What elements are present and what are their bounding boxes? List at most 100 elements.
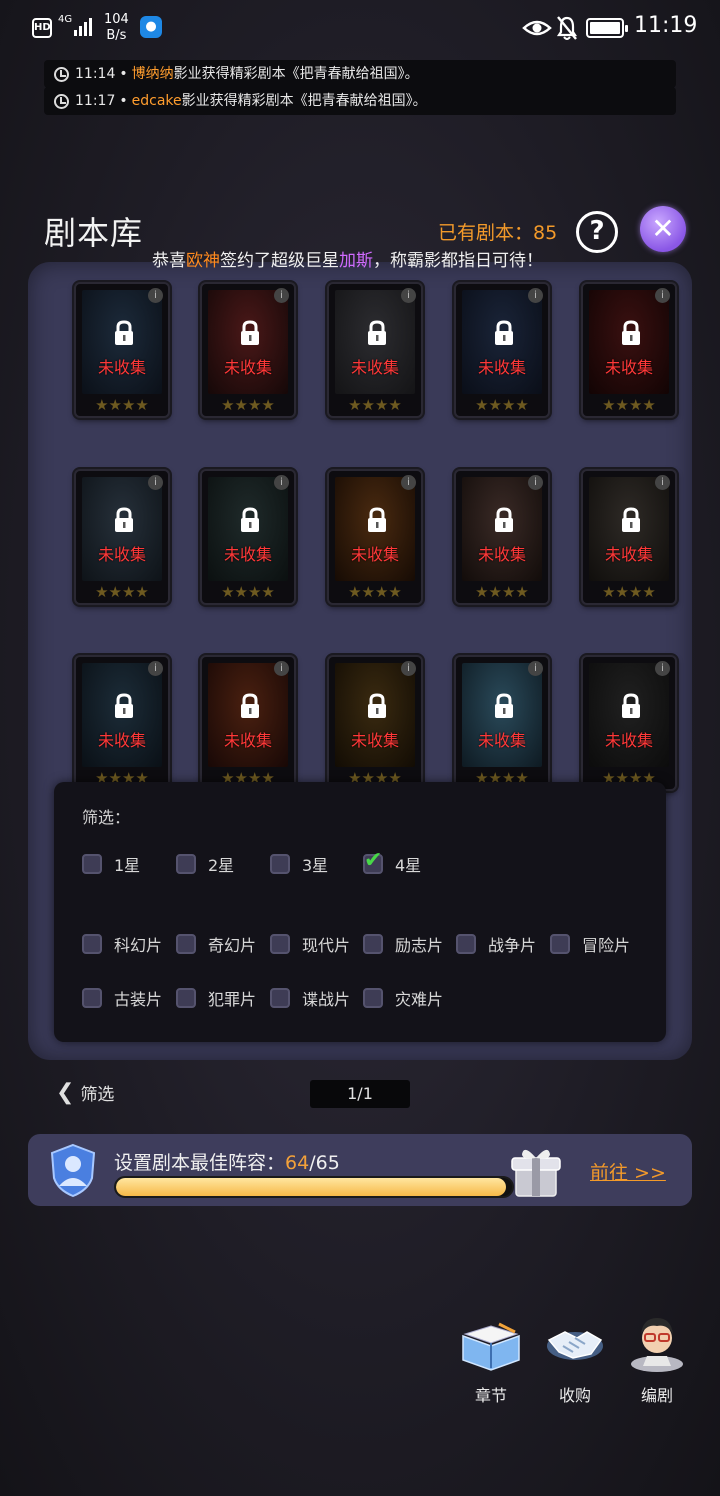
option-label: 1星 [114,856,141,875]
script-card[interactable]: i 未收集 ★★★★ [454,469,550,605]
chapter-button[interactable]: 章节 [456,1316,526,1406]
info-icon[interactable]: i [148,661,163,676]
script-card[interactable]: i 未收集 ★★★★ [327,282,423,418]
page-title: 剧本库 [44,214,144,252]
script-card[interactable]: i 未收集 ★★★★ [200,469,296,605]
option-label: 犯罪片 [208,990,257,1009]
filter-option-genre[interactable]: 励志片 [363,932,443,956]
congrats-banner: 恭喜欧神签约了超级巨星加斯，称霸影都指日可待！ [152,246,543,271]
card-stars: ★★★★ [95,396,149,414]
help-button[interactable]: ? [576,211,618,253]
filter-option-genre[interactable]: 战争片 [456,932,536,956]
card-status-label: 未收集 [477,545,526,564]
script-card[interactable]: i 未收集 ★★★★ [327,655,423,791]
acquire-button[interactable]: 收购 [540,1316,610,1406]
gift-box-icon[interactable] [508,1140,564,1200]
script-card[interactable]: i 未收集 ★★★★ [454,282,550,418]
eye-icon [522,20,552,36]
card-status-label: 未收集 [350,731,399,750]
lock-icon [622,507,640,532]
checkbox[interactable] [550,934,570,954]
notification-company: edcake [131,93,182,109]
script-card[interactable]: i 未收集 ★★★★ [74,469,170,605]
checkbox[interactable] [176,854,196,874]
filter-option-genre[interactable]: 奇幻片 [176,932,256,956]
checkbox[interactable] [363,934,383,954]
checkbox[interactable] [363,988,383,1008]
filter-option-genre[interactable]: 冒险片 [550,932,630,956]
writer-button[interactable]: 编剧 [622,1310,692,1406]
option-label: 谍战片 [302,990,351,1009]
shield-user-icon [50,1143,96,1198]
filter-option-genre[interactable]: 灾难片 [363,986,443,1010]
checkbox[interactable] [270,988,290,1008]
filter-option-genre[interactable]: 犯罪片 [176,986,256,1010]
filter-option-genre[interactable]: 古装片 [82,986,162,1010]
info-icon[interactable]: i [655,475,670,490]
mute-bell-icon [556,16,578,40]
script-card[interactable]: i 未收集 ★★★★ [454,655,550,791]
filter-option-2star[interactable]: 2星 [176,852,234,876]
lock-icon [495,507,513,532]
card-stars: ★★★★ [221,396,275,414]
lock-icon [495,693,513,718]
filter-option-4star[interactable]: 4星 [363,848,422,876]
info-icon[interactable]: i [274,661,289,676]
checkbox[interactable] [176,934,196,954]
congrats-middle: 签约了超级巨星 [220,251,339,271]
script-card[interactable]: i 未收集 ★★★★ [581,655,677,791]
card-status-label: 未收集 [223,731,272,750]
lock-icon [115,507,133,532]
progress-fill [116,1178,507,1196]
info-icon[interactable]: i [401,661,416,676]
checkbox[interactable] [270,934,290,954]
checkbox[interactable] [270,854,290,874]
info-icon[interactable]: i [148,475,163,490]
bulb-icon: ● [140,16,162,38]
script-card[interactable]: i 未收集 ★★★★ [581,282,677,418]
info-icon[interactable]: i [401,475,416,490]
checkbox-checked[interactable] [363,848,383,874]
close-button[interactable]: ✕ [640,206,686,252]
card-status-label: 未收集 [477,731,526,750]
option-label: 灾难片 [395,990,444,1009]
card-status-label: 未收集 [604,545,653,564]
info-icon[interactable]: i [528,475,543,490]
filter-option-genre[interactable]: 科幻片 [82,932,162,956]
checkbox[interactable] [456,934,476,954]
lineup-total: /65 [309,1152,340,1174]
info-icon[interactable]: i [655,288,670,303]
script-card[interactable]: i 未收集 ★★★★ [581,469,677,605]
acquire-label: 收购 [558,1386,591,1405]
lock-icon [368,320,386,345]
checkbox[interactable] [82,934,102,954]
info-icon[interactable]: i [274,475,289,490]
speed-value: 104 [104,12,129,27]
option-label: 4星 [395,856,422,875]
filter-option-1star[interactable]: 1星 [82,852,140,876]
script-card[interactable]: i 未收集 ★★★★ [74,655,170,791]
chevron-left-icon: ❮ [56,1080,75,1105]
script-card[interactable]: i 未收集 ★★★★ [200,655,296,791]
script-card[interactable]: i 未收集 ★★★★ [74,282,170,418]
goto-link[interactable]: 前往 >> [590,1158,666,1185]
script-card[interactable]: i 未收集 ★★★★ [200,282,296,418]
checkbox[interactable] [176,988,196,1008]
filter-option-3star[interactable]: 3星 [270,852,328,876]
notification-text: 影业获得精彩剧本《把青春献给祖国》。 [173,66,419,82]
signal-icon [74,18,92,36]
filter-option-genre[interactable]: 现代片 [270,932,350,956]
info-icon[interactable]: i [274,288,289,303]
info-icon[interactable]: i [401,288,416,303]
script-card[interactable]: i 未收集 ★★★★ [327,469,423,605]
lock-icon [368,507,386,532]
checkbox[interactable] [82,854,102,874]
filter-option-genre[interactable]: 谍战片 [270,986,350,1010]
checkbox[interactable] [82,988,102,1008]
info-icon[interactable]: i [148,288,163,303]
info-icon[interactable]: i [655,661,670,676]
info-icon[interactable]: i [528,661,543,676]
info-icon[interactable]: i [528,288,543,303]
filter-toggle-button[interactable]: ❮ 筛选 [56,1080,114,1105]
script-count: 已有剧本：85 [438,222,558,244]
